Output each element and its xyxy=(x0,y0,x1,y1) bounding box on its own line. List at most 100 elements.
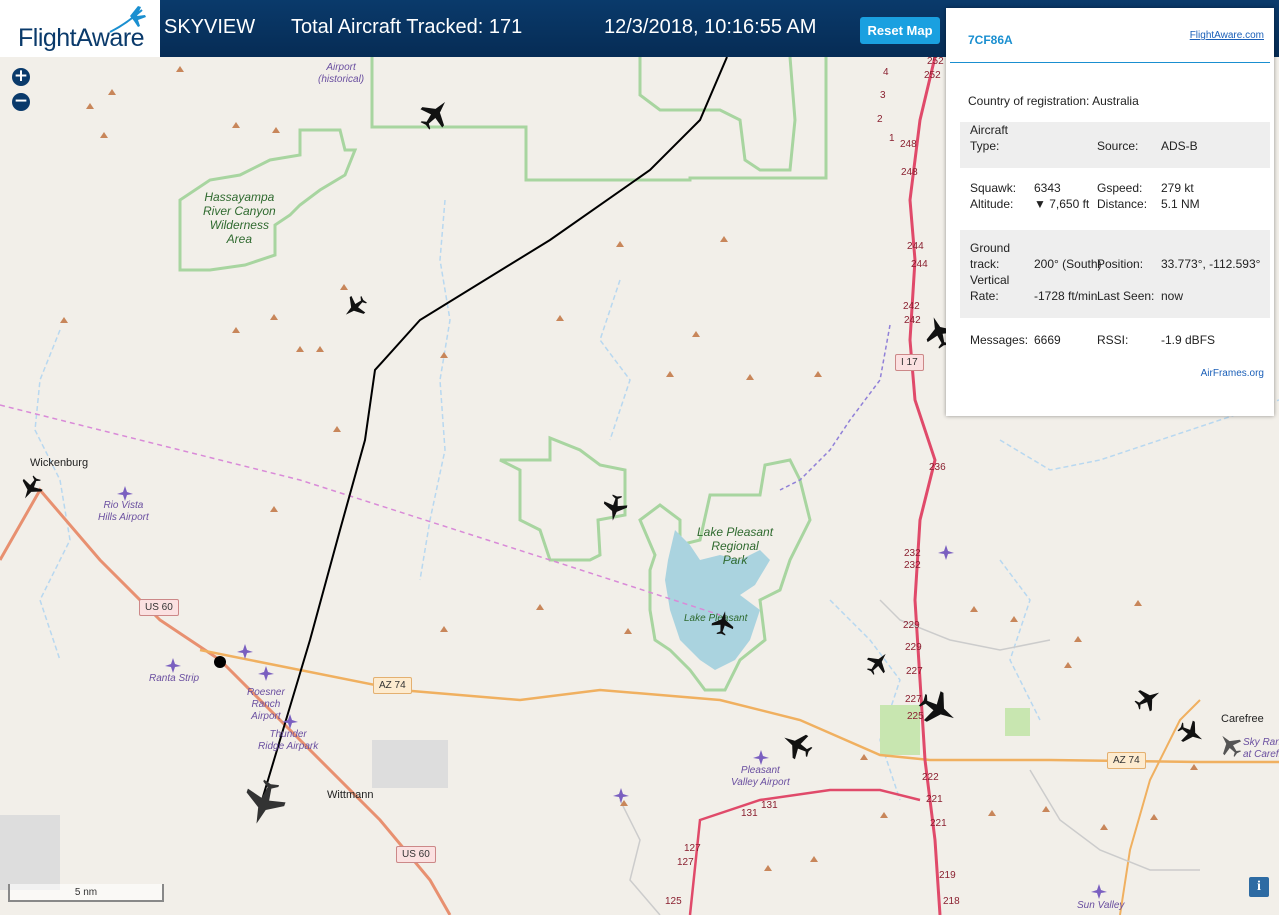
mile-marker: 227 xyxy=(906,666,923,677)
aircraft-count: Total Aircraft Tracked: 171 xyxy=(291,16,523,38)
mile-marker: 229 xyxy=(903,620,920,631)
mile-marker: 252 xyxy=(927,57,944,67)
zoom-in-button[interactable]: + xyxy=(12,68,30,86)
distance-value: 5.1 NM xyxy=(1161,197,1200,211)
mile-marker: 242 xyxy=(903,301,920,312)
aircraft-icon[interactable] xyxy=(1217,732,1243,758)
mile-marker: 232 xyxy=(904,548,921,559)
mile-marker: 127 xyxy=(677,857,694,868)
mile-marker: 219 xyxy=(939,870,956,881)
track-block: Ground track: 200° (South) Position: 33.… xyxy=(960,230,1270,318)
aircraft-icon[interactable] xyxy=(342,294,368,320)
mile-marker: 236 xyxy=(929,462,946,473)
mile-marker: 131 xyxy=(741,808,758,819)
top-park-inner xyxy=(638,57,797,172)
airport-sky-ranch: Sky Ranch at Carefree xyxy=(1243,737,1279,760)
shield-az74: AZ 74 xyxy=(373,677,412,694)
aircraft-track xyxy=(261,57,728,801)
shield-i17: I 17 xyxy=(895,354,924,371)
gspeed-value: 279 kt xyxy=(1161,181,1194,195)
position-label: Position: xyxy=(1097,257,1144,271)
mile-marker: 127 xyxy=(684,843,701,854)
mile-marker: 244 xyxy=(911,259,928,270)
selected-aircraft-icon[interactable] xyxy=(240,779,288,827)
messages-value: 6669 xyxy=(1034,333,1061,347)
mile-marker: 242 xyxy=(904,315,921,326)
aircraft-icon[interactable] xyxy=(1134,685,1162,713)
mile-marker: 221 xyxy=(926,794,943,805)
last-seen-value: now xyxy=(1161,289,1184,303)
last-seen-label: Last Seen: xyxy=(1097,289,1155,303)
distance-label: Distance: xyxy=(1097,197,1148,211)
place-carefree: Carefree xyxy=(1221,713,1264,725)
country-row: Country of registration: Australia xyxy=(968,94,1139,108)
aircraft-type-label: Aircraft Type: xyxy=(970,123,1009,153)
mile-marker: 1 xyxy=(889,133,895,144)
type-source-block: Aircraft Type: Source: ADS-B xyxy=(960,122,1270,168)
vertical-rate-value: -1728 ft/min xyxy=(1034,289,1098,303)
country-label: Country of registration: xyxy=(968,94,1090,108)
messages-label: Messages: xyxy=(970,333,1029,347)
aircraft-icon[interactable] xyxy=(418,97,452,131)
squawk-label: Squawk: xyxy=(970,181,1017,195)
airport-ranta: Ranta Strip xyxy=(149,673,200,684)
squawk-block: Squawk: 6343 Gspeed: 279 kt Altitude: ▼ … xyxy=(960,180,1270,216)
aircraft-icon[interactable] xyxy=(865,650,891,676)
mile-marker: 131 xyxy=(761,800,778,811)
rssi-label: RSSI: xyxy=(1097,333,1129,347)
mile-marker: 125 xyxy=(665,896,682,907)
datetime: 12/3/2018, 10:16:55 AM xyxy=(604,16,817,38)
flightaware-link[interactable]: FlightAware.com xyxy=(1190,30,1264,41)
place-wickenburg: Wickenburg xyxy=(30,457,89,469)
airport-pleasant-valley: Pleasant Valley Airport xyxy=(731,765,790,788)
shield-us60: US 60 xyxy=(396,846,436,863)
aircraft-icon[interactable] xyxy=(918,689,958,729)
messages-block: Messages: 6669 RSSI: -1.9 dBFS xyxy=(960,332,1270,352)
mile-marker: 222 xyxy=(922,772,939,783)
park-lake-pleasant: Lake Pleasant Regional Park xyxy=(697,525,774,567)
info-button[interactable]: i xyxy=(1249,877,1269,897)
squawk-value: 6343 xyxy=(1034,181,1061,195)
mile-marker: 4 xyxy=(883,67,889,78)
flightaware-logo[interactable]: FlightAware xyxy=(0,0,160,57)
shield-us60: US 60 xyxy=(139,599,179,616)
altitude-value: ▼ 7,650 ft xyxy=(1034,197,1090,211)
airport-thunder-ridge: Thunder Ridge Airpark xyxy=(258,729,319,752)
place-wittmann: Wittmann xyxy=(327,789,374,801)
zoom-out-button[interactable]: − xyxy=(12,93,30,111)
airport-sun-valley: Sun Valley xyxy=(1077,900,1125,911)
airport-roesner: Roesner Ranch Airport xyxy=(247,687,285,722)
aircraft-icon[interactable] xyxy=(710,610,736,636)
ground-track-value: 200° (South) xyxy=(1034,257,1102,271)
source-value: ADS-B xyxy=(1161,139,1198,153)
mile-marker: 252 xyxy=(924,70,941,81)
panel-divider xyxy=(950,62,1270,63)
mile-marker: 244 xyxy=(907,241,924,252)
mile-marker: 3 xyxy=(880,90,886,101)
airport-rio-vista: Rio Vista Hills Airport xyxy=(98,500,149,523)
mile-marker: 218 xyxy=(943,896,960,907)
app-title: SKYVIEW xyxy=(164,16,256,38)
mile-marker: 248 xyxy=(900,139,917,150)
aircraft-icon[interactable] xyxy=(18,475,44,501)
mile-marker: 248 xyxy=(901,167,918,178)
aircraft-icon[interactable] xyxy=(601,494,629,522)
plane-logo-icon xyxy=(109,6,146,33)
mile-marker: 229 xyxy=(905,642,922,653)
us60-road xyxy=(0,487,452,915)
park-hassayampa: Hassayampa River Canyon Wilderness Area xyxy=(203,190,276,246)
mile-marker: 221 xyxy=(930,818,947,829)
position-value: 33.773°, -112.593° xyxy=(1161,257,1261,271)
shield-az74: AZ 74 xyxy=(1107,752,1146,769)
airframes-link[interactable]: AirFrames.org xyxy=(1201,368,1264,379)
aircraft-icon[interactable] xyxy=(781,729,813,761)
az74-road xyxy=(199,648,1279,764)
reset-map-button[interactable]: Reset Map xyxy=(860,17,940,44)
aircraft-icon[interactable] xyxy=(1177,719,1205,747)
aircraft-info-panel: 7CF86A FlightAware.com Country of regist… xyxy=(946,8,1274,416)
scale-bar: 5 nm xyxy=(8,884,164,902)
source-label: Source: xyxy=(1097,139,1139,153)
altitude-label: Altitude: xyxy=(970,197,1014,211)
aircraft-hex: 7CF86A xyxy=(968,33,1013,47)
gspeed-label: Gspeed: xyxy=(1097,181,1143,195)
